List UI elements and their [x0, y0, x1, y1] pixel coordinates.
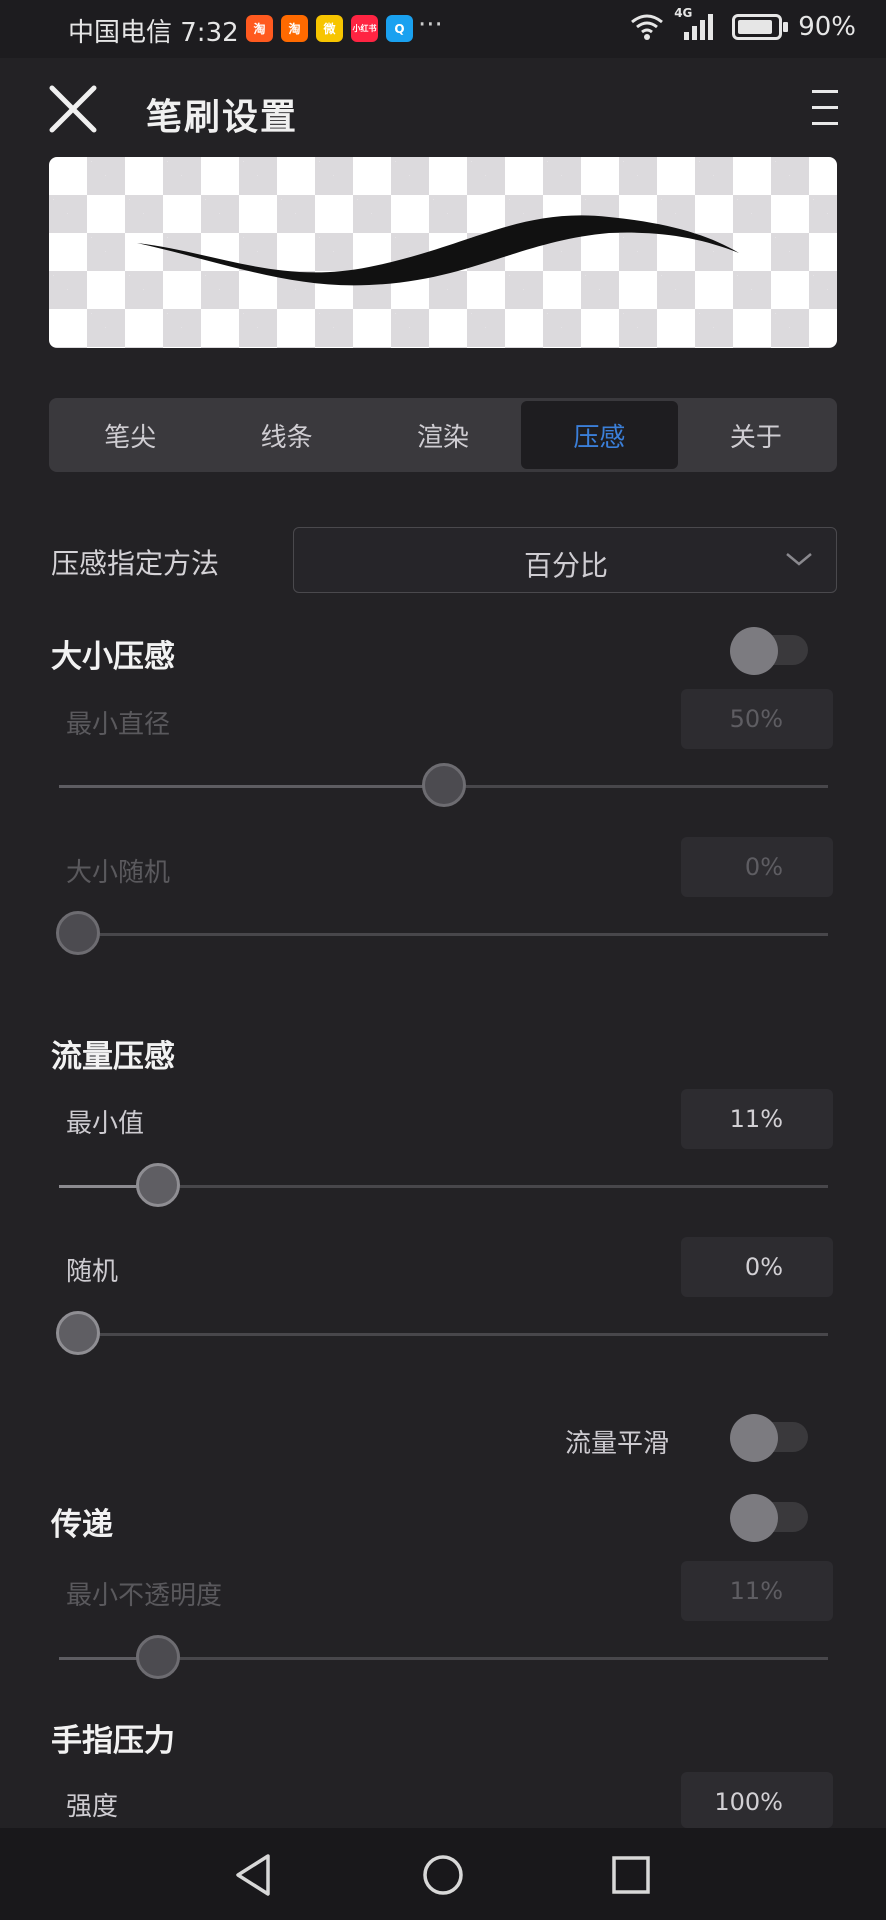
more-notifications-icon: ···: [418, 10, 443, 40]
transfer-toggle[interactable]: [730, 1494, 812, 1542]
min-opacity-label: 最小不透明度: [66, 1581, 223, 1611]
recents-square-icon[interactable]: [610, 1854, 652, 1896]
system-nav-bar: [0, 1828, 886, 1920]
flow-random-label: 随机: [66, 1257, 119, 1287]
size-random-value[interactable]: 0%: [681, 837, 833, 897]
wifi-icon: [631, 14, 664, 40]
search-app-icon: Q: [386, 15, 413, 42]
brush-stroke-preview: [49, 157, 837, 348]
flow-min-slider[interactable]: [59, 1163, 828, 1211]
pressure-method-label: 压感指定方法: [51, 547, 220, 580]
settings-tabs: 笔尖 线条 渲染 压感 关于: [49, 398, 837, 472]
battery-icon: [732, 14, 789, 40]
carrier-time: 中国电信 7:32: [68, 18, 239, 48]
weibo-app-icon: 微: [316, 15, 343, 42]
flow-smooth-label: 流量平滑: [565, 1429, 670, 1459]
slider-thumb[interactable]: [136, 1163, 181, 1207]
slider-thumb[interactable]: [56, 911, 100, 955]
finger-pressure-title: 手指压力: [51, 1723, 175, 1759]
close-icon[interactable]: [46, 82, 100, 136]
taobao-special-app-icon: 淘: [281, 15, 308, 42]
taobao-app-icon: 淘: [246, 15, 273, 42]
back-triangle-icon[interactable]: [232, 1852, 276, 1898]
min-diameter-label: 最小直径: [66, 710, 171, 740]
tab-3[interactable]: 压感: [521, 401, 678, 469]
page-title: 笔刷设置: [146, 97, 299, 138]
strength-label: 强度: [66, 1792, 119, 1822]
slider-thumb[interactable]: [136, 1635, 181, 1679]
flow-smooth-toggle[interactable]: [730, 1414, 812, 1462]
min-opacity-value[interactable]: 11%: [681, 1561, 833, 1621]
size-pressure-toggle[interactable]: [730, 627, 812, 675]
strength-value[interactable]: 100%: [681, 1772, 833, 1828]
brush-stroke: [137, 215, 739, 286]
flow-random-slider[interactable]: [56, 1311, 828, 1359]
size-pressure-title: 大小压感: [51, 639, 175, 675]
app-header: 笔刷设置: [0, 58, 886, 158]
min-opacity-slider[interactable]: [59, 1635, 828, 1683]
tab-0[interactable]: 笔尖: [52, 401, 208, 469]
status-right: 4G 90%: [630, 6, 856, 42]
home-circle-icon[interactable]: [421, 1853, 465, 1897]
flow-min-value[interactable]: 11%: [681, 1089, 833, 1149]
flow-min-label: 最小值: [66, 1109, 145, 1139]
slider-thumb[interactable]: [56, 1311, 100, 1355]
min-diameter-value[interactable]: 50%: [681, 689, 833, 749]
chevron-down-icon: [786, 553, 812, 566]
tab-2[interactable]: 渲染: [365, 401, 521, 469]
notification-app-icons: 淘淘微小红书 Q: [246, 15, 413, 42]
transfer-title: 传递: [51, 1507, 113, 1543]
size-random-label: 大小随机: [66, 858, 171, 888]
slider-thumb[interactable]: [421, 763, 466, 807]
min-diameter-slider[interactable]: [59, 763, 828, 811]
flow-pressure-title: 流量压感: [51, 1039, 175, 1075]
menu-icon[interactable]: [808, 86, 842, 130]
xiaohongshu-app-icon: 小红书: [351, 15, 378, 42]
size-random-slider[interactable]: [56, 911, 828, 959]
pressure-method-dropdown[interactable]: 百分比: [293, 527, 837, 593]
battery-percent: 90%: [798, 12, 856, 42]
cellular-signal-icon: 4G: [674, 6, 714, 42]
flow-random-value[interactable]: 0%: [681, 1237, 833, 1297]
tab-1[interactable]: 线条: [208, 401, 364, 469]
status-bar: 中国电信 7:32 淘淘微小红书 Q ··· 4G 90%: [0, 0, 886, 58]
pressure-method-value: 百分比: [523, 549, 608, 582]
tab-4[interactable]: 关于: [678, 401, 834, 469]
